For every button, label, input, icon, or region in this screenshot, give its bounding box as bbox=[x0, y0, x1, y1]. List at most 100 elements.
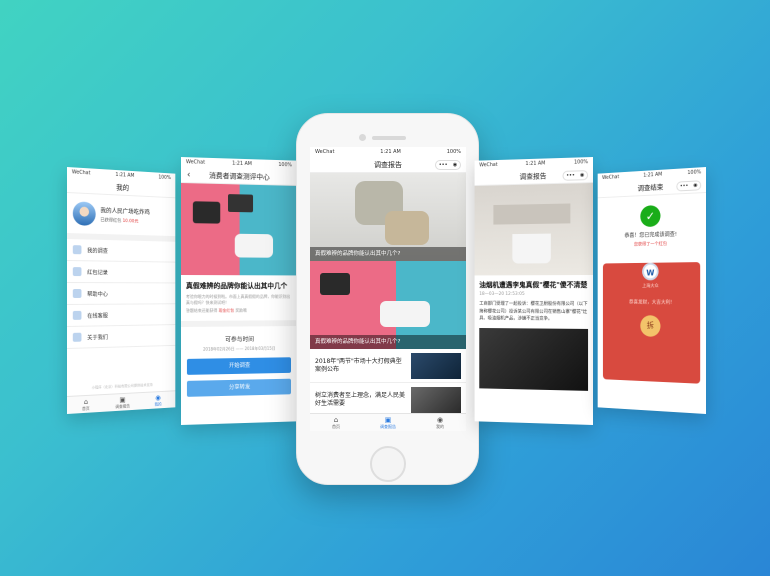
profile-screen: WeChat 1:21 AM 100% 我的 我的人民广场吃炸鸡 已获得红包 1… bbox=[67, 167, 176, 414]
user-name: 我的人民广场吃炸鸡 bbox=[100, 207, 150, 217]
reward-note: 答题结束还能获得 现金红包 奖励哦 bbox=[181, 306, 297, 316]
tab-label: 调查报告 bbox=[380, 423, 396, 429]
article-screen: WeChat 1:21 AM 100% 调查报告 ••• ◉ 油烟机遭遇李鬼真假"… bbox=[474, 157, 593, 425]
success-check-icon: ✓ bbox=[640, 204, 661, 228]
home-icon: ⌂ bbox=[333, 415, 339, 424]
close-circle-icon[interactable]: ◉ bbox=[693, 182, 697, 188]
share-button[interactable]: 分享转发 bbox=[186, 378, 291, 397]
clock: 1:21 AM bbox=[643, 171, 663, 179]
avatar[interactable] bbox=[72, 201, 96, 226]
home-button[interactable] bbox=[370, 446, 406, 482]
tab-reports[interactable]: ▣ 调查报告 bbox=[104, 393, 140, 412]
congrats-text: 恭喜！您已完成该调查! bbox=[624, 231, 677, 240]
status-bar: WeChat 1:21 AM 100% bbox=[310, 147, 466, 157]
menu-label: 帮助中心 bbox=[87, 291, 108, 298]
page-title: 调查报告 bbox=[519, 171, 547, 181]
chat-icon bbox=[72, 310, 82, 320]
reward-badge: 已获得红包 10.00元 bbox=[100, 217, 149, 225]
back-icon[interactable]: ‹ bbox=[187, 170, 191, 180]
survey-screen: WeChat 1:21 AM 100% ‹ 消费者调查测评中心 真假难辨的品牌你… bbox=[181, 157, 297, 425]
reward-prefix: 答题结束还能获得 bbox=[185, 307, 218, 313]
tab-label: 调查报告 bbox=[115, 402, 130, 409]
list-item-title: 树立消费者至上理念，满足人民美好生活需要 bbox=[315, 391, 406, 407]
list-thumbnail bbox=[411, 352, 461, 379]
list-item[interactable]: 树立消费者至上理念，满足人民美好生活需要 bbox=[310, 383, 466, 417]
miniprogram-capsule[interactable]: ••• ◉ bbox=[435, 160, 461, 170]
tab-label: 首页 bbox=[332, 423, 340, 429]
page-title: 调查结束 bbox=[637, 182, 664, 192]
handbag-shape bbox=[385, 211, 429, 245]
start-survey-button[interactable]: 开始调查 bbox=[186, 357, 291, 375]
tab-me[interactable]: ◉ 我的 bbox=[414, 414, 466, 431]
tab-home[interactable]: ⌂ 首页 bbox=[310, 414, 362, 431]
help-icon bbox=[72, 289, 82, 298]
info-icon bbox=[72, 332, 82, 342]
survey-description: 考验你眼力的时候到啦。市面上真真假假的品牌，你能识别出真与假吗？快来测试吧！ bbox=[185, 293, 291, 305]
battery: 100% bbox=[446, 149, 461, 155]
carrier: WeChat bbox=[479, 161, 498, 169]
menu-item-red-packets[interactable]: 红包记录 bbox=[67, 261, 176, 284]
menu-item-my-surveys[interactable]: 我的调查 bbox=[67, 239, 176, 263]
tab-me[interactable]: ◉ 我的 bbox=[141, 391, 176, 409]
menu-item-support[interactable]: 在线客服 bbox=[67, 304, 176, 327]
menu-item-about[interactable]: 关于我们 bbox=[67, 325, 176, 349]
camera-shape bbox=[192, 201, 221, 224]
open-packet-button[interactable]: 拆 bbox=[640, 315, 661, 337]
clock: 1:21 AM bbox=[380, 149, 401, 155]
carrier: WeChat bbox=[71, 169, 91, 177]
drone-shape bbox=[380, 301, 430, 327]
oven-image bbox=[479, 327, 589, 391]
blessing-text: 恭喜发财，大吉大利! bbox=[629, 299, 673, 306]
red-packet-notice[interactable]: 您获得了一个红包 bbox=[598, 240, 706, 248]
divider bbox=[181, 320, 297, 327]
battery: 100% bbox=[573, 159, 589, 166]
carrier: WeChat bbox=[602, 174, 620, 181]
article-timestamp: 18—03—20 12:53:05 bbox=[479, 291, 525, 297]
reward-label: 已获得红包 bbox=[100, 218, 122, 224]
drone-shape bbox=[234, 233, 274, 258]
carrier: WeChat bbox=[185, 159, 206, 166]
menu-label: 红包记录 bbox=[87, 269, 108, 276]
menu-label: 我的调查 bbox=[87, 247, 108, 255]
report-card[interactable]: 真假难辨的品牌你能认出其中几个? bbox=[310, 173, 466, 261]
clipboard-icon: ▣ bbox=[384, 415, 392, 424]
close-circle-icon[interactable]: ◉ bbox=[580, 172, 584, 178]
survey-headline: 真假难辨的品牌你能认出其中几个 bbox=[185, 282, 288, 291]
carrier: WeChat bbox=[315, 149, 335, 155]
tab-home[interactable]: ⌂ 首页 bbox=[67, 395, 104, 414]
page-title: 消费者调查测评中心 bbox=[209, 171, 270, 181]
tablet-shape bbox=[228, 194, 254, 213]
menu-item-help[interactable]: 帮助中心 bbox=[67, 283, 176, 305]
list-thumbnail bbox=[411, 386, 461, 413]
sponsor-brand: 上海大众 bbox=[642, 284, 659, 290]
camera-dot bbox=[359, 134, 366, 141]
more-icon[interactable]: ••• bbox=[566, 173, 575, 179]
time-range: 2018年02月26日 —— 2018年03月15日 bbox=[203, 345, 276, 352]
survey-icon bbox=[72, 245, 82, 255]
tab-label: 首页 bbox=[82, 405, 90, 411]
volkswagen-logo-icon: W bbox=[642, 262, 659, 281]
clock: 1:21 AM bbox=[115, 171, 135, 179]
red-packet-card[interactable]: W 上海大众 恭喜发财，大吉大利! 拆 bbox=[602, 262, 701, 384]
more-icon[interactable]: ••• bbox=[439, 162, 448, 168]
cover-image bbox=[181, 183, 297, 276]
miniprogram-capsule[interactable]: ••• ◉ bbox=[676, 180, 702, 192]
close-circle-icon[interactable]: ◉ bbox=[453, 162, 457, 168]
battery: 100% bbox=[687, 169, 702, 177]
range-hood-shape bbox=[512, 233, 551, 264]
page-title: 我的 bbox=[116, 183, 130, 192]
menu-label: 在线客服 bbox=[87, 313, 108, 320]
miniprogram-capsule[interactable]: ••• ◉ bbox=[562, 170, 589, 181]
more-icon[interactable]: ••• bbox=[680, 183, 688, 189]
red-packet-icon bbox=[72, 267, 82, 277]
user-icon: ◉ bbox=[436, 415, 444, 424]
profile-header[interactable]: 我的人民广场吃炸鸡 已获得红包 10.00元 bbox=[67, 193, 176, 242]
report-card[interactable]: 真假难辨的品牌你能认出其中几个? bbox=[310, 261, 466, 349]
article-image bbox=[474, 183, 593, 276]
time-label: 可参与时间 bbox=[225, 336, 255, 344]
tab-reports[interactable]: ▣ 调查报告 bbox=[362, 414, 414, 431]
page-title: 调查报告 bbox=[374, 160, 402, 169]
battery: 100% bbox=[278, 162, 292, 169]
list-item[interactable]: 2018年"两节"市场十大打假典型案例公布 bbox=[310, 349, 466, 383]
speaker-slot bbox=[372, 136, 406, 140]
